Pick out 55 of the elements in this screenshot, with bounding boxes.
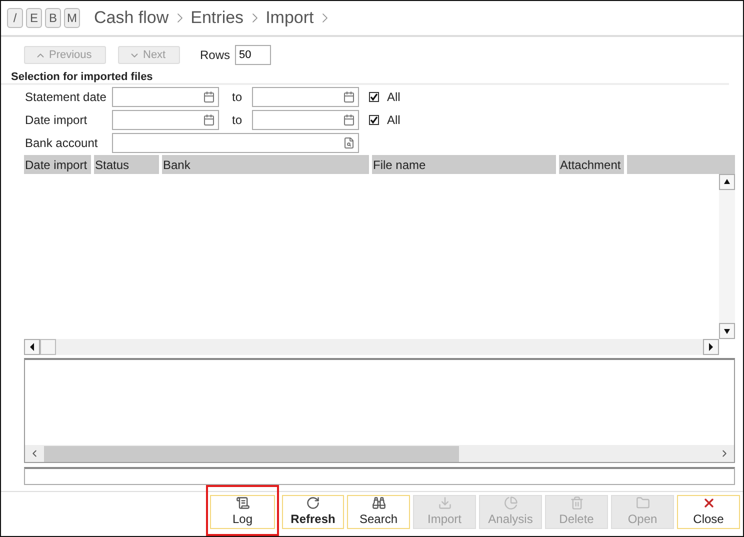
breadcrumb-item[interactable]: Entries bbox=[190, 8, 244, 28]
date-field[interactable] bbox=[252, 110, 359, 130]
to-label: to bbox=[231, 113, 244, 127]
rows-label: Rows bbox=[200, 48, 230, 62]
refresh-icon bbox=[306, 496, 320, 510]
mode-button[interactable]: E bbox=[26, 8, 42, 28]
rows-field[interactable]: 50 bbox=[235, 45, 272, 65]
date-field[interactable] bbox=[112, 110, 219, 130]
scroll-thumb[interactable] bbox=[44, 446, 459, 462]
to-label: to bbox=[231, 90, 244, 104]
up-arrow-icon bbox=[723, 178, 731, 186]
column-header[interactable]: Status bbox=[94, 155, 159, 174]
mode-button[interactable]: B bbox=[45, 8, 61, 28]
breadcrumb-item[interactable]: Import bbox=[266, 8, 314, 28]
calendar-icon[interactable] bbox=[203, 91, 215, 103]
down-arrow-icon bbox=[723, 327, 731, 335]
horizontal-scrollbar[interactable] bbox=[25, 445, 734, 462]
close-icon bbox=[702, 496, 716, 510]
binoculars-icon bbox=[372, 496, 386, 510]
filter-label: Statement date bbox=[25, 90, 108, 104]
all-label: All bbox=[387, 90, 400, 104]
vertical-scrollbar[interactable] bbox=[719, 174, 735, 339]
bank-account-field[interactable] bbox=[112, 133, 359, 153]
filter-label: Date import bbox=[25, 113, 88, 127]
column-header[interactable]: File name bbox=[372, 155, 556, 174]
search-button[interactable]: Search bbox=[347, 495, 410, 529]
trash-icon bbox=[570, 496, 584, 510]
filter-label: Bank account bbox=[25, 136, 99, 150]
checkbox[interactable] bbox=[369, 115, 379, 125]
mode-button[interactable]: / bbox=[7, 8, 23, 28]
log-button[interactable]: Log bbox=[210, 495, 275, 529]
mode-button[interactable]: M bbox=[64, 8, 80, 28]
refresh-button[interactable]: Refresh bbox=[282, 495, 344, 529]
horizontal-scrollbar[interactable] bbox=[24, 339, 719, 355]
column-header[interactable]: Attachment bbox=[559, 155, 624, 174]
date-field[interactable] bbox=[252, 87, 359, 107]
calendar-icon[interactable] bbox=[203, 114, 215, 126]
pie-chart-icon bbox=[504, 496, 518, 510]
document-icon bbox=[236, 496, 250, 510]
column-header[interactable]: Date import bbox=[24, 155, 91, 174]
folder-icon bbox=[636, 496, 650, 510]
date-field[interactable] bbox=[112, 87, 219, 107]
section-title: Selection for imported files bbox=[1, 67, 729, 85]
calendar-icon[interactable] bbox=[343, 91, 355, 103]
breadcrumb-item[interactable]: Cash flow bbox=[94, 8, 169, 28]
checkbox[interactable] bbox=[369, 92, 379, 102]
lookup-icon[interactable] bbox=[343, 137, 355, 149]
download-icon bbox=[438, 496, 452, 510]
calendar-icon[interactable] bbox=[343, 114, 355, 126]
right-arrow-icon bbox=[707, 343, 715, 351]
scroll-thumb[interactable] bbox=[40, 339, 56, 355]
left-arrow-icon bbox=[28, 343, 36, 351]
column-header[interactable]: Bank bbox=[162, 155, 369, 174]
all-label: All bbox=[387, 113, 400, 127]
close-button[interactable]: Close bbox=[677, 495, 740, 529]
